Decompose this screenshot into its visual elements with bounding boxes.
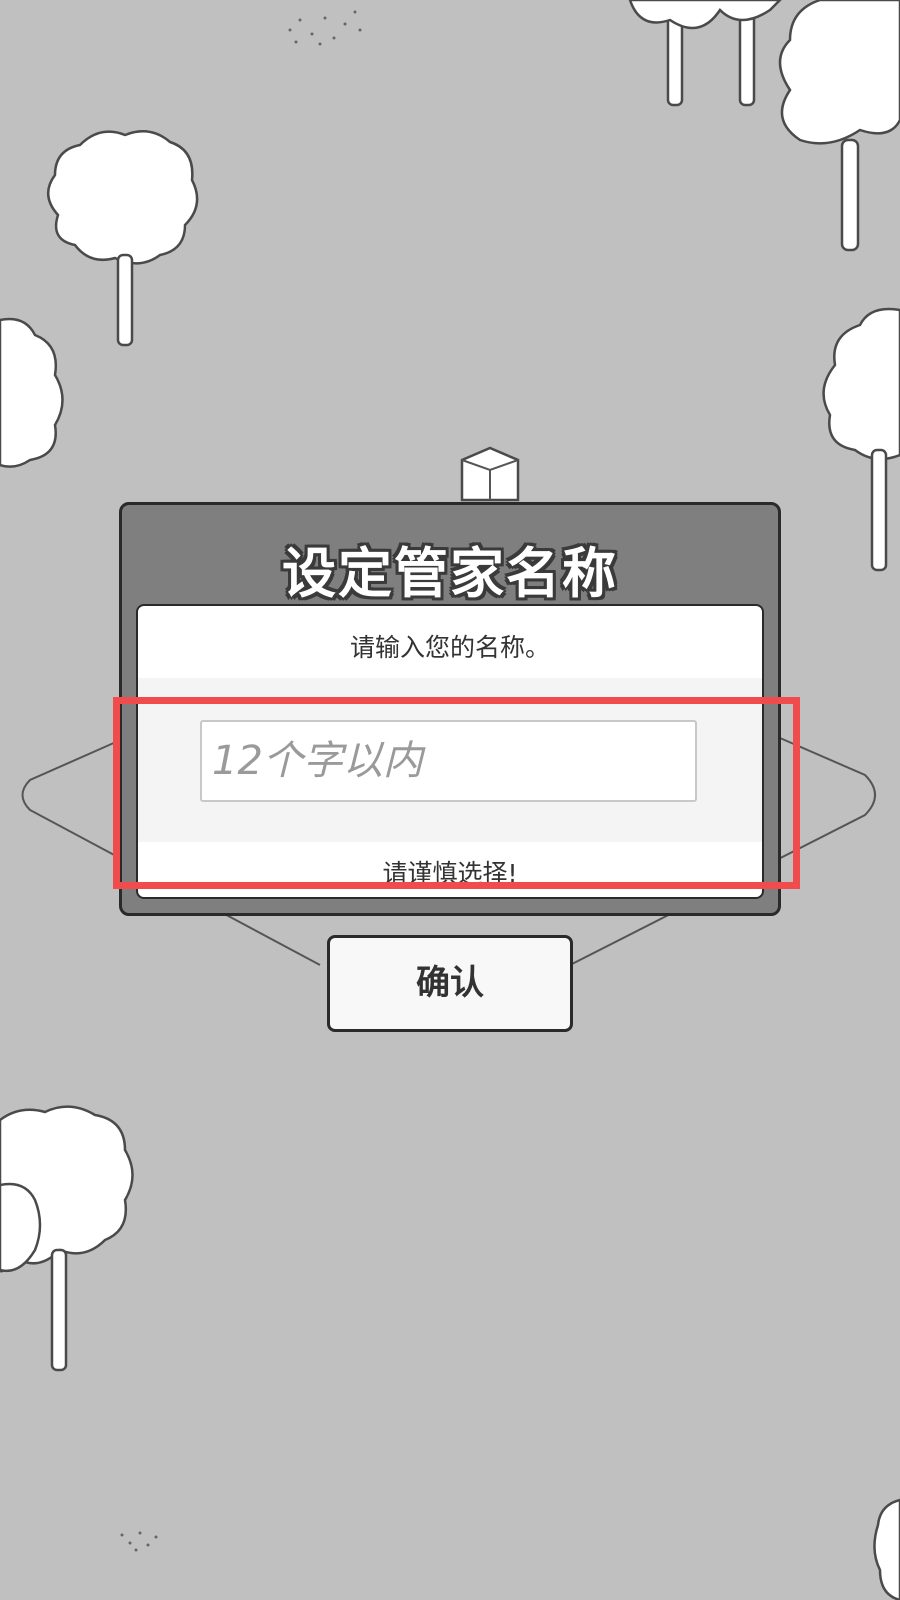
set-name-dialog: 设定管家名称 请输入您的名称。 请谨慎选择! <box>119 502 781 916</box>
tree-right-middle <box>822 307 900 572</box>
tree-left-middle <box>0 317 64 468</box>
name-input[interactable] <box>200 720 697 802</box>
tree-top-right <box>628 0 900 252</box>
grass-tuft-top <box>288 10 362 46</box>
grass-tuft-bottom <box>120 1531 158 1552</box>
dialog-title: 设定管家名称 <box>282 542 618 605</box>
confirm-button[interactable]: 确认 <box>327 935 573 1032</box>
input-area <box>138 678 762 842</box>
tree-top-left <box>47 130 199 347</box>
house-chimney <box>460 446 520 502</box>
name-prompt: 请输入您的名称。 <box>349 633 550 662</box>
tree-bottom-right <box>873 1498 900 1600</box>
dialog-panel: 请输入您的名称。 请谨慎选择! <box>136 604 764 899</box>
warning-text: 请谨慎选择! <box>382 859 518 888</box>
tree-bottom-left <box>0 1105 134 1372</box>
